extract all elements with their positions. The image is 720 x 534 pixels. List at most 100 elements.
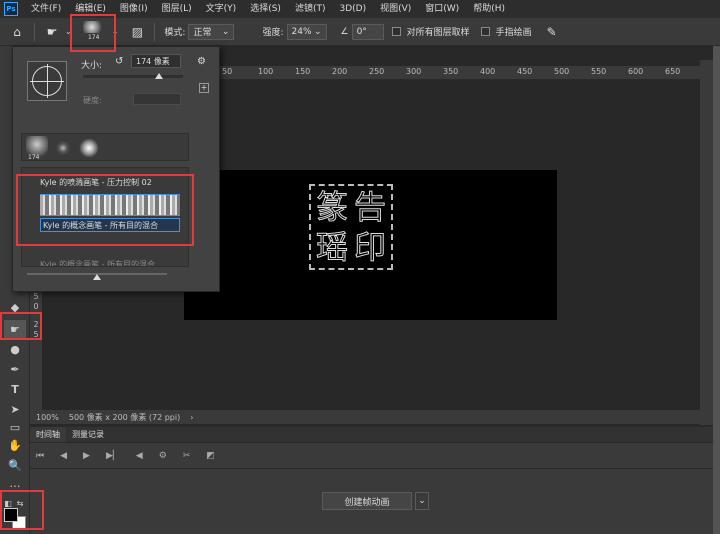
menu-filter[interactable]: 滤镜(T) <box>288 0 333 18</box>
strength-input[interactable]: 24% ⌄ <box>286 23 327 40</box>
divider <box>34 22 35 41</box>
rectangle-tool-icon[interactable]: ▭ <box>4 418 26 436</box>
seal-char: 篆 <box>315 188 348 227</box>
ruler-tick: 500 <box>554 67 570 76</box>
home-icon[interactable]: ⌂ <box>6 21 28 43</box>
photoshop-logo-icon: Ps <box>4 2 18 16</box>
divider <box>154 22 156 41</box>
brush-settings-icon[interactable]: ▨ <box>126 21 148 43</box>
ruler-tick: 0 <box>33 302 39 311</box>
type-tool-icon[interactable]: T <box>4 380 26 398</box>
transition-icon[interactable]: ◩ <box>206 451 215 461</box>
ruler-tick: 600 <box>628 67 644 76</box>
ruler-tick: 450 <box>517 67 533 76</box>
recent-brush-thumb[interactable] <box>52 136 74 160</box>
reset-size-icon[interactable]: ↺ <box>115 56 123 67</box>
mode-select[interactable]: 正常 ⌄ <box>188 23 235 40</box>
mode-label: 模式: <box>164 28 186 38</box>
timeline-tabs: 时间轴 测量记录 <box>30 427 713 443</box>
menu-3d[interactable]: 3D(D) <box>332 0 373 18</box>
menu-view[interactable]: 视图(V) <box>373 0 418 18</box>
menu-layer[interactable]: 图层(L) <box>155 0 199 18</box>
timeline-panel: 时间轴 测量记录 ⏮ ◀ ▶ ▶▏ ◀ ⚙ ✂ ◩ 创建帧动画 ⌄ <box>30 426 713 534</box>
next-frame-icon[interactable]: ▶▏ <box>106 451 120 461</box>
tab-timeline[interactable]: 时间轴 <box>30 427 66 442</box>
mode-value: 正常 <box>193 28 212 38</box>
strength-value: 24% <box>291 26 312 37</box>
angle-icon: ∠ <box>340 26 349 37</box>
new-preset-icon[interactable]: + <box>199 83 209 93</box>
first-frame-icon[interactable]: ⏮ <box>36 451 44 461</box>
seal-char: 告 <box>353 188 386 227</box>
ruler-tick: 300 <box>406 67 422 76</box>
seal-selection[interactable]: 篆 告 瑶 印 <box>309 184 393 270</box>
brush-angle-widget[interactable] <box>27 61 67 101</box>
ruler-tick: 350 <box>443 67 459 76</box>
menu-window[interactable]: 窗口(W) <box>418 0 466 18</box>
settings-icon[interactable]: ⚙ <box>159 451 167 461</box>
finger-painting-label: 手指绘画 <box>495 28 532 38</box>
recent-brush-thumb[interactable]: 174 <box>26 136 48 161</box>
create-frame-animation-button[interactable]: 创建帧动画 <box>322 492 412 510</box>
menu-image[interactable]: 图像(I) <box>113 0 155 18</box>
previous-frame-icon[interactable]: ◀ <box>60 451 67 461</box>
angle-input[interactable]: 0° <box>351 23 384 40</box>
ruler-tick: 5 <box>33 292 39 301</box>
vertical-scrollbar[interactable] <box>700 60 713 425</box>
slider-knob[interactable] <box>93 274 101 280</box>
chevron-down-icon: ⌄ <box>313 26 322 37</box>
seal-char: 瑶 <box>315 228 348 267</box>
audio-icon[interactable]: ◀ <box>136 451 143 461</box>
sample-all-layers-label: 对所有图层取样 <box>406 28 470 38</box>
horizontal-ruler: 50 100 150 200 250 300 350 400 450 500 5… <box>220 66 700 80</box>
size-slider[interactable] <box>83 73 183 79</box>
highlight-brush-list <box>16 174 194 246</box>
tab-measurement-log[interactable]: 测量记录 <box>66 427 110 442</box>
menu-select[interactable]: 选择(S) <box>243 0 288 18</box>
ruler-tick: 50 <box>222 67 233 76</box>
menu-type[interactable]: 文字(Y) <box>199 0 244 18</box>
menu-help[interactable]: 帮助(H) <box>466 0 512 18</box>
brush-list-item[interactable]: Kyle 的概念画笔 - 所有目的混合 <box>40 258 180 266</box>
ruler-tick: 200 <box>332 67 348 76</box>
scissors-icon[interactable]: ✂ <box>183 451 191 461</box>
path-selection-tool-icon[interactable]: ➤ <box>4 400 26 418</box>
slider-knob[interactable] <box>155 73 163 79</box>
smudge-tool-icon[interactable]: ☛ <box>41 21 63 43</box>
hardness-label: 硬度: <box>83 96 102 105</box>
recent-brush-thumb[interactable] <box>78 136 100 160</box>
vertical-ruler: 5 0 2 5 <box>30 290 42 410</box>
ruler-tick: 150 <box>295 67 311 76</box>
size-input[interactable]: 174 像素 <box>131 54 181 68</box>
size-label: 大小: <box>81 61 103 71</box>
angle-value: 0° <box>356 26 367 37</box>
hand-tool-icon[interactable]: ✋ <box>4 436 26 454</box>
timeline-controls: ⏮ ◀ ▶ ▶▏ ◀ ⚙ ✂ ◩ <box>30 443 713 469</box>
ruler-tick: 650 <box>665 67 681 76</box>
ruler-tick: 250 <box>369 67 385 76</box>
zoom-level[interactable]: 100% <box>36 413 59 422</box>
play-icon[interactable]: ▶ <box>83 451 90 461</box>
hardness-input <box>133 93 181 105</box>
zoom-tool-icon[interactable]: 🔍 <box>4 456 26 474</box>
pressure-icon[interactable]: ✎ <box>541 21 563 43</box>
chevron-right-icon[interactable]: › <box>190 413 193 422</box>
chevron-down-icon[interactable]: ⌄ <box>415 492 429 510</box>
highlight-smudge-tool <box>0 312 42 340</box>
highlight-brush-preset <box>70 14 116 52</box>
brush-preset-panel: 大小: ↺ 174 像素 硬度: ⚙ + 174 Kyle 的喷溅画笔 - 压力… <box>12 46 220 292</box>
menu-file[interactable]: 文件(F) <box>24 0 68 18</box>
chevron-down-icon: ⌄ <box>221 26 230 37</box>
seal-char: 印 <box>353 228 386 267</box>
gear-icon[interactable]: ⚙ <box>197 56 206 67</box>
pen-tool-icon[interactable]: ✒ <box>4 360 26 378</box>
strength-label: 强度: <box>262 28 284 38</box>
angle-axis <box>47 64 48 98</box>
thumbnail-size-slider[interactable] <box>27 273 167 280</box>
highlight-color-swatches <box>0 490 44 530</box>
document-info: 500 像素 x 200 像素 (72 ppi) <box>68 412 181 422</box>
finger-painting-checkbox[interactable] <box>480 27 490 36</box>
ruler-tick: 550 <box>591 67 607 76</box>
dodge-tool-icon[interactable]: ● <box>4 340 26 358</box>
sample-all-layers-checkbox[interactable] <box>391 27 401 36</box>
